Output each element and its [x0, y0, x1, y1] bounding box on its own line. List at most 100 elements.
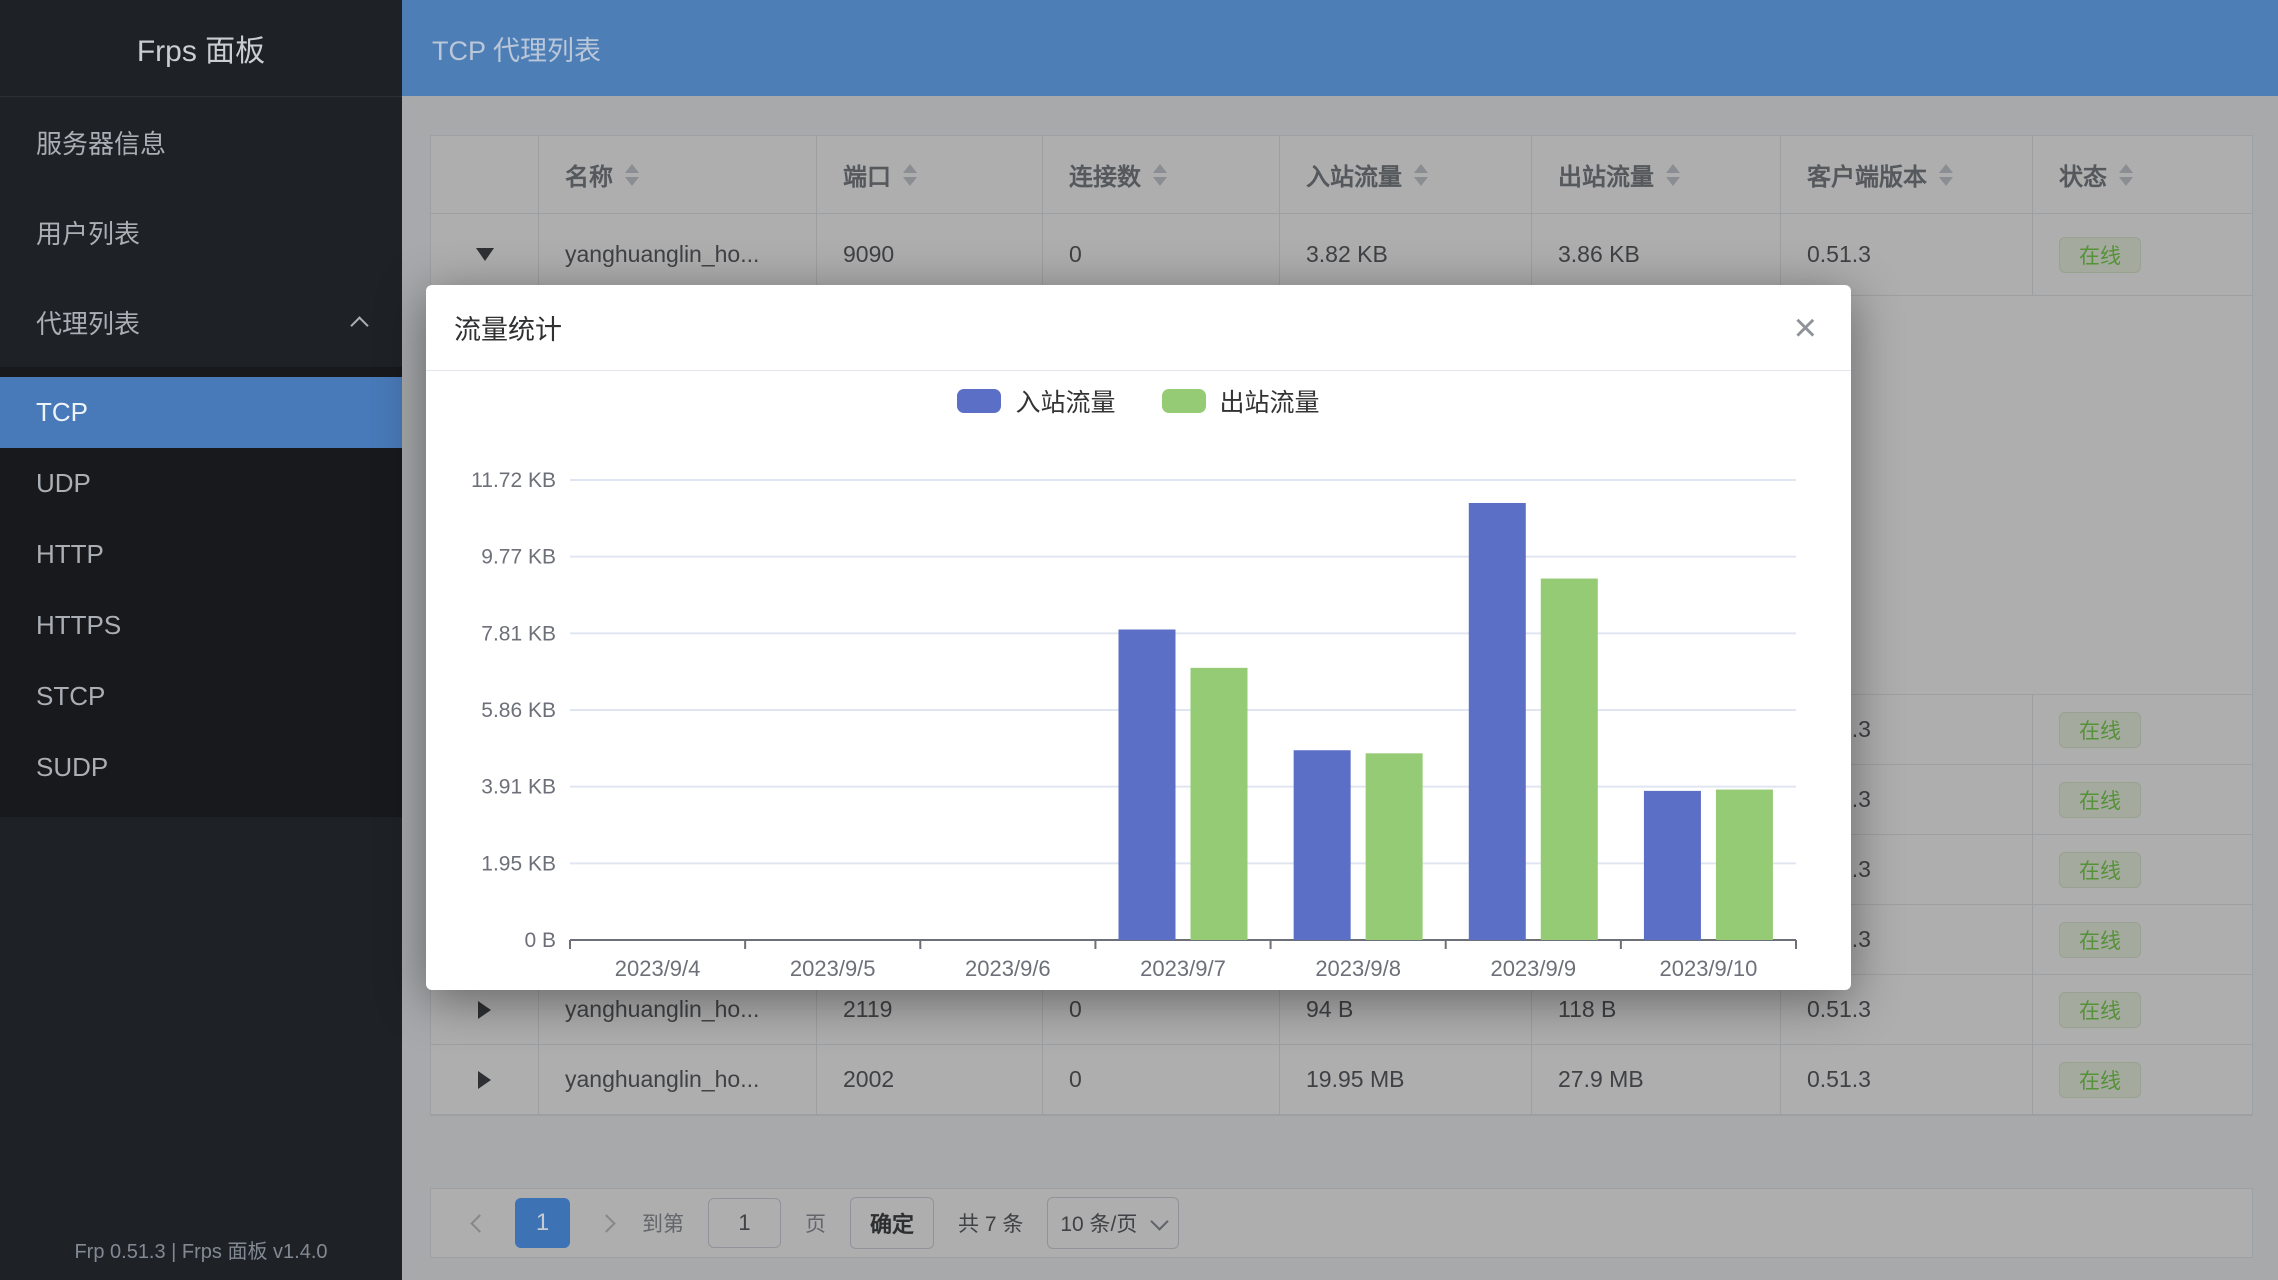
y-axis-tick-label: 11.72 KB — [471, 469, 556, 492]
cell-port: 2002 — [817, 1045, 1043, 1114]
x-axis-tick-label: 2023/9/8 — [1315, 956, 1401, 981]
dialog-title: 流量统计 — [454, 308, 562, 347]
sort-caret-icon — [625, 164, 639, 186]
sidebar-item-tcp[interactable]: TCP — [0, 377, 402, 448]
bar-inbound — [1469, 503, 1526, 940]
sidebar-item-label: 服务器信息 — [36, 124, 166, 161]
cell-name: yanghuanglin_ho... — [539, 1045, 817, 1114]
sidebar-item-label: 用户列表 — [36, 214, 140, 251]
y-axis-tick-label: 5.86 KB — [481, 699, 556, 722]
x-axis-tick-label: 2023/9/7 — [1140, 956, 1226, 981]
legend-label: 出站流量 — [1220, 383, 1320, 419]
sidebar-item-http[interactable]: HTTP — [0, 519, 402, 590]
cell-connections: 0 — [1043, 1045, 1280, 1114]
sidebar-item-label: HTTP — [36, 539, 104, 570]
topbar: TCP 代理列表 — [402, 0, 2278, 96]
table-header-row: 名称 端口 连接数入站流量 出站流量客户端版本状态 — [431, 136, 2252, 214]
page-number-button[interactable]: 1 — [515, 1198, 570, 1248]
sort-ascending-icon — [1153, 164, 1167, 173]
y-axis-tick-label: 9.77 KB — [481, 546, 556, 569]
chevron-right-icon — [597, 1214, 615, 1232]
sort-ascending-icon — [1666, 164, 1680, 173]
cell-client-version: 0.51.3 — [1781, 1045, 2033, 1114]
table-row: yanghuanglin_ho...909003.82 KB3.86 KB0.5… — [431, 214, 2252, 296]
column-port[interactable]: 端口 — [817, 136, 1043, 213]
sidebar-item-label: STCP — [36, 681, 105, 712]
status-badge: 在线 — [2059, 782, 2141, 818]
triangle-right-icon — [478, 1001, 491, 1019]
sidebar-item-stcp[interactable]: STCP — [0, 661, 402, 732]
sort-caret-icon — [2119, 164, 2133, 186]
cell-inbound: 19.95 MB — [1280, 1045, 1532, 1114]
y-axis-tick-label: 0 B — [524, 929, 556, 952]
sidebar-item-https[interactable]: HTTPS — [0, 590, 402, 661]
app-title: Frps 面板 — [0, 0, 402, 97]
column-connections[interactable]: 连接数 — [1043, 136, 1280, 213]
cell-connections: 0 — [1043, 214, 1280, 295]
cell-name: yanghuanglin_ho... — [539, 214, 817, 295]
page-title: TCP 代理列表 — [432, 29, 601, 68]
column-name[interactable]: 名称 — [539, 136, 817, 213]
status-badge: 在线 — [2059, 922, 2141, 958]
legend-swatch-icon — [1162, 389, 1206, 413]
chevron-down-icon — [1151, 1212, 1169, 1230]
legend-item-inbound[interactable]: 入站流量 — [957, 383, 1115, 419]
next-page-button[interactable] — [594, 1217, 618, 1230]
bar-outbound — [1191, 668, 1248, 940]
collapse-row-button[interactable] — [431, 214, 539, 295]
goto-page-input[interactable] — [708, 1198, 781, 1248]
close-icon[interactable]: × — [1788, 308, 1823, 348]
cell-status: 在线 — [2033, 214, 2253, 295]
legend-swatch-icon — [957, 389, 1001, 413]
x-axis-tick-label: 2023/9/9 — [1490, 956, 1576, 981]
column-outbound-traffic[interactable]: 出站流量 — [1532, 136, 1781, 213]
x-axis-tick-label: 2023/9/5 — [790, 956, 876, 981]
cell-status: 在线 — [2033, 975, 2253, 1044]
sort-caret-icon — [1414, 164, 1428, 186]
column-client-version[interactable]: 客户端版本 — [1781, 136, 2033, 213]
sidebar: Frps 面板 服务器信息用户列表代理列表 TCPUDP HTTP HTTPS STCP… — [0, 0, 402, 1280]
column-status[interactable]: 状态 — [2033, 136, 2253, 213]
proxy-type-submenu: TCPUDP HTTP HTTPS STCP SUDP — [0, 367, 402, 817]
sort-descending-icon — [1939, 177, 1953, 186]
prev-page-button[interactable] — [467, 1217, 491, 1230]
cell-outbound: 3.86 KB — [1532, 214, 1781, 295]
bar-outbound — [1541, 579, 1598, 940]
sort-ascending-icon — [1939, 164, 1953, 173]
sort-descending-icon — [1153, 177, 1167, 186]
cell-client-version: 0.51.3 — [1781, 214, 2033, 295]
confirm-button[interactable]: 确定 — [850, 1197, 934, 1249]
legend-item-outbound[interactable]: 出站流量 — [1162, 383, 1320, 419]
chevron-left-icon — [470, 1214, 488, 1232]
cell-status: 在线 — [2033, 905, 2253, 974]
sidebar-item-server-info[interactable]: 服务器信息 — [0, 97, 402, 187]
sidebar-item-user-list[interactable]: 用户列表 — [0, 187, 402, 277]
sort-ascending-icon — [2119, 164, 2133, 173]
y-axis-tick-label: 7.81 KB — [481, 622, 556, 645]
status-badge: 在线 — [2059, 852, 2141, 888]
goto-page-label: 到第 — [642, 1208, 684, 1238]
column-label: 端口 — [843, 157, 891, 192]
sidebar-item-sudp[interactable]: SUDP — [0, 732, 402, 803]
sort-descending-icon — [1666, 177, 1680, 186]
page-size-value: 10 条/页 — [1060, 1208, 1137, 1238]
status-badge: 在线 — [2059, 237, 2141, 273]
sidebar-item-proxy-list[interactable]: 代理列表 — [0, 277, 402, 367]
traffic-stats-dialog: 流量统计 × 入站流量出站流量 0 B1.95 KB3.91 KB5.86 KB… — [426, 285, 1851, 990]
bar-inbound — [1644, 791, 1701, 940]
column-label: 入站流量 — [1306, 157, 1402, 192]
bar-outbound — [1716, 790, 1773, 940]
column-label: 名称 — [565, 157, 613, 192]
sidebar-item-udp[interactable]: UDP — [0, 448, 402, 519]
expand-column-header — [431, 136, 539, 213]
sidebar-item-label: 代理列表 — [36, 304, 140, 341]
triangle-right-icon — [478, 1071, 491, 1089]
status-badge: 在线 — [2059, 712, 2141, 748]
cell-outbound: 27.9 MB — [1532, 1045, 1781, 1114]
column-inbound-traffic[interactable]: 入站流量 — [1280, 136, 1532, 213]
page-size-select[interactable]: 10 条/页 — [1047, 1197, 1179, 1249]
table-row: yanghuanglin_ho...2002019.95 MB27.9 MB0.… — [431, 1045, 2252, 1115]
sidebar-menu: 服务器信息用户列表代理列表 TCPUDP HTTP HTTPS STCP SUDP — [0, 97, 402, 817]
sort-descending-icon — [2119, 177, 2133, 186]
expand-row-button[interactable] — [431, 1045, 539, 1114]
